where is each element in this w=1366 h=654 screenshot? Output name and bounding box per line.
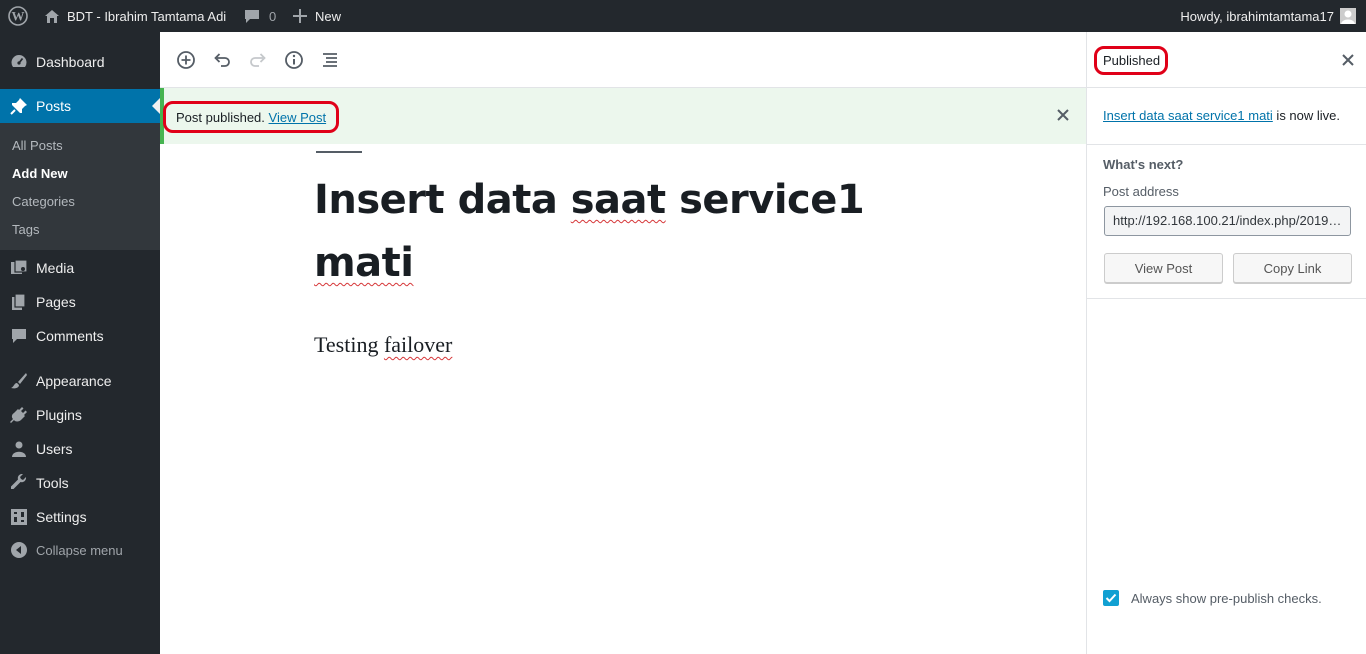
sidebar-item-tools[interactable]: Tools	[0, 466, 160, 500]
view-post-button[interactable]: View Post	[1104, 253, 1223, 283]
panel-close-button[interactable]	[1341, 53, 1355, 67]
sidebar-item-appearance[interactable]: Appearance	[0, 364, 160, 398]
post-address-field[interactable]: http://192.168.100.21/index.php/2019/...	[1104, 206, 1351, 236]
avatar	[1340, 8, 1356, 24]
settings-icon	[9, 507, 29, 527]
whats-next-section: What's next? Post address http://192.168…	[1087, 145, 1366, 299]
site-name: BDT - Ibrahim Tamtama Adi	[67, 8, 227, 24]
success-notice: Post published. View Post	[160, 88, 1086, 144]
post-live-link[interactable]: Insert data saat service1 mati	[1103, 108, 1273, 123]
sidebar-item-posts[interactable]: Posts	[0, 89, 160, 123]
published-status: Published	[1103, 53, 1161, 68]
notice-text: Post published.	[176, 110, 265, 125]
misspelled-word: failover	[383, 332, 453, 357]
sidebar-label: Collapse menu	[36, 542, 123, 558]
add-block-button[interactable]	[174, 48, 198, 72]
paintbrush-icon	[9, 371, 29, 391]
comments-icon	[9, 326, 29, 346]
home-icon	[44, 9, 60, 24]
sidebar-label: Posts	[36, 98, 72, 114]
new-label: New	[315, 8, 342, 24]
comments-link[interactable]: 0	[244, 0, 276, 32]
panel-header: Published	[1087, 32, 1366, 88]
sidebar-label: Tools	[36, 475, 69, 491]
post-title[interactable]: Insert data saat service1 mati	[314, 169, 874, 295]
sidebar-item-comments[interactable]: Comments	[0, 319, 160, 353]
wrench-icon	[9, 473, 29, 493]
svg-text:W: W	[12, 9, 25, 24]
sidebar-item-pages[interactable]: Pages	[0, 285, 160, 319]
list-icon	[323, 53, 337, 67]
sidebar-label: Appearance	[36, 373, 112, 389]
sidebar-label: Pages	[36, 294, 76, 310]
pre-publish-checkbox-label: Always show pre-publish checks.	[1131, 591, 1322, 606]
sidebar-item-plugins[interactable]: Plugins	[0, 398, 160, 432]
undo-icon	[214, 53, 230, 67]
plugin-icon	[9, 405, 29, 425]
pages-icon	[9, 292, 29, 312]
media-icon	[9, 258, 29, 278]
notice-view-post-link[interactable]: View Post	[269, 110, 327, 125]
collapse-menu-button[interactable]: Collapse menu	[0, 533, 160, 567]
users-icon	[9, 439, 29, 459]
submenu-all-posts[interactable]: All Posts	[12, 138, 63, 153]
sidebar-label: Comments	[36, 328, 104, 344]
sidebar-label: Plugins	[36, 407, 82, 423]
plus-circle-icon	[177, 51, 195, 69]
sidebar-label: Media	[36, 260, 75, 276]
post-live-row: Insert data saat service1 mati is now li…	[1087, 88, 1366, 145]
posts-submenu: All Posts Add New Categories Tags	[0, 123, 160, 250]
site-home-link[interactable]: BDT - Ibrahim Tamtama Adi	[44, 0, 226, 32]
sidebar-label: Users	[36, 441, 73, 457]
whats-next-heading: What's next?	[1103, 157, 1184, 172]
info-icon	[285, 51, 303, 69]
redo-button[interactable]	[246, 48, 270, 72]
block-editor: Post published. View Post Insert data sa…	[160, 32, 1086, 654]
post-address-label: Post address	[1103, 184, 1179, 199]
active-indicator	[152, 98, 160, 114]
my-account[interactable]: Howdy, ibrahimtamtama17	[1180, 0, 1356, 32]
new-content-link[interactable]: New	[293, 0, 341, 32]
sidebar-item-media[interactable]: Media	[0, 251, 160, 285]
info-button[interactable]	[282, 48, 306, 72]
pin-icon	[9, 96, 29, 116]
greeting: Howdy, ibrahimtamtama17	[1180, 8, 1334, 24]
close-icon	[1057, 109, 1069, 121]
comment-bubble-icon	[244, 9, 260, 24]
dashboard-icon	[9, 52, 29, 72]
pre-publish-checkbox[interactable]	[1103, 590, 1119, 606]
notice-dismiss-button[interactable]	[1056, 108, 1070, 122]
sidebar-item-settings[interactable]: Settings	[0, 500, 160, 534]
admin-bar: W BDT - Ibrahim Tamtama Adi 0 New Howdy,…	[0, 0, 1366, 32]
wordpress-logo-icon[interactable]: W	[8, 0, 28, 32]
sidebar-label: Dashboard	[36, 54, 105, 70]
notice-message: Post published. View Post	[176, 110, 326, 125]
redo-icon	[250, 53, 266, 67]
admin-sidebar: Dashboard Posts All Posts Add New Catego…	[0, 32, 160, 654]
sidebar-item-dashboard[interactable]: Dashboard	[0, 45, 160, 79]
submenu-tags[interactable]: Tags	[12, 222, 39, 237]
editor-toolbar	[160, 32, 1086, 88]
submenu-categories[interactable]: Categories	[12, 194, 75, 209]
misspelled-word: mati	[314, 240, 414, 286]
misspelled-word: saat	[570, 177, 666, 223]
comments-count: 0	[269, 8, 277, 24]
sidebar-item-users[interactable]: Users	[0, 432, 160, 466]
title-separator	[316, 151, 362, 153]
post-publish-panel: Published Insert data saat service1 mati…	[1086, 32, 1366, 654]
post-content-paragraph[interactable]: Testing failover	[314, 332, 452, 358]
checkmark-icon	[1105, 593, 1117, 603]
copy-link-button[interactable]: Copy Link	[1233, 253, 1352, 283]
block-navigation-button[interactable]	[318, 48, 342, 72]
submenu-add-new[interactable]: Add New	[12, 166, 68, 181]
collapse-icon	[9, 540, 29, 560]
post-live-message: Insert data saat service1 mati is now li…	[1103, 108, 1341, 123]
plus-icon	[293, 9, 307, 23]
undo-button[interactable]	[210, 48, 234, 72]
close-icon	[1342, 54, 1354, 66]
sidebar-label: Settings	[36, 509, 87, 525]
